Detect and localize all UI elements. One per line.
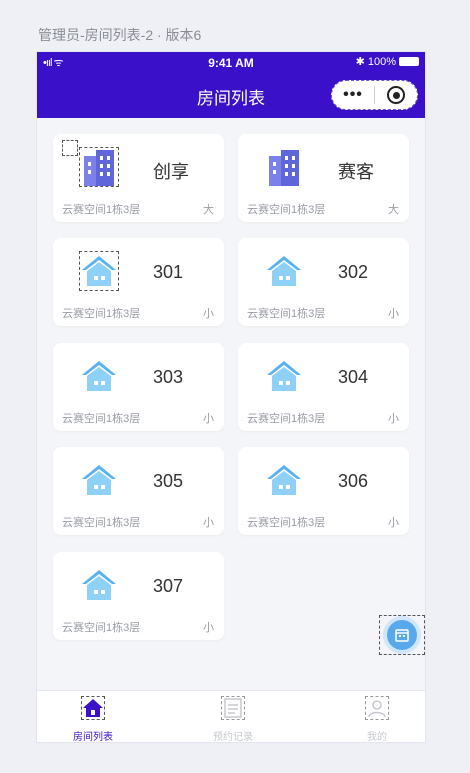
room-size: 大	[203, 204, 214, 216]
reservation-fab-button[interactable]	[379, 615, 425, 655]
room-name: 307	[153, 576, 184, 596]
room-location: 云赛空间1栋3层	[62, 413, 141, 425]
house-icon	[267, 256, 301, 286]
battery-icon	[399, 57, 419, 66]
more-options-button[interactable]: •••	[332, 86, 374, 104]
room-location: 云赛空间1栋3层	[62, 622, 141, 634]
room-size: 大	[388, 204, 399, 216]
status-bar: •ııl ᯤ 9:41 AM ✱ 100%	[37, 52, 425, 72]
nav-bar: 房间列表 •••	[37, 72, 425, 118]
room-card-305[interactable]: 305 云赛空间1栋3层 小	[53, 447, 224, 535]
house-icon	[82, 361, 116, 391]
room-card-301[interactable]: 301 云赛空间1栋3层 小	[53, 238, 224, 326]
room-location: 云赛空间1栋3层	[247, 308, 326, 320]
room-card-saike[interactable]: 赛客 云赛空间1栋3层 大	[238, 134, 409, 222]
profile-icon	[365, 696, 389, 720]
building-icon	[269, 150, 299, 186]
miniprogram-capsule: •••	[331, 80, 418, 110]
room-size: 小	[388, 517, 399, 529]
room-size: 小	[388, 413, 399, 425]
room-size: 小	[203, 413, 214, 425]
tab-mine[interactable]: 我的	[337, 696, 417, 742]
battery-label: ✱ 100%	[355, 56, 396, 68]
tab-label: 房间列表	[73, 732, 113, 742]
house-icon	[79, 251, 119, 291]
house-icon	[82, 465, 116, 495]
room-name: 302	[338, 262, 369, 282]
close-miniprogram-button[interactable]	[375, 86, 417, 104]
room-card-302[interactable]: 302 云赛空间1栋3层 小	[238, 238, 409, 326]
room-card-304[interactable]: 304 云赛空间1栋3层 小	[238, 343, 409, 431]
room-location: 云赛空间1栋3层	[62, 517, 141, 529]
room-name: 306	[338, 471, 369, 491]
tab-label: 预约记录	[213, 732, 253, 742]
phone-screen: •ııl ᯤ 9:41 AM ✱ 100% 房间列表 ••• 创享 云赛空间1栋…	[37, 52, 425, 742]
room-card-chuangxiang[interactable]: 创享 云赛空间1栋3层 大	[53, 134, 224, 222]
room-card-306[interactable]: 306 云赛空间1栋3层 小	[238, 447, 409, 535]
house-icon	[267, 361, 301, 391]
room-name: 305	[153, 471, 184, 491]
room-size: 小	[388, 308, 399, 320]
bottom-tab-bar: 房间列表 预约记录 我的	[37, 690, 425, 742]
home-icon	[81, 696, 105, 720]
room-name: 赛客	[338, 162, 374, 182]
house-icon	[82, 570, 116, 600]
room-location: 云赛空间1栋3层	[247, 517, 326, 529]
room-location: 云赛空间1栋3层	[62, 204, 141, 216]
battery-indicator: ✱ 100%	[356, 55, 419, 68]
room-location: 云赛空间1栋3层	[247, 413, 326, 425]
tab-reservation-records[interactable]: 预约记录	[193, 696, 273, 742]
artboard-title: 管理员-房间列表-2 · 版本6	[38, 27, 202, 43]
room-name: 301	[153, 262, 184, 282]
building-icon	[79, 147, 119, 187]
target-icon	[387, 86, 405, 104]
room-size: 小	[203, 622, 214, 634]
document-icon	[221, 696, 245, 720]
room-card-303[interactable]: 303 云赛空间1栋3层 小	[53, 343, 224, 431]
calendar-icon	[387, 620, 417, 650]
tab-room-list[interactable]: 房间列表	[53, 696, 133, 742]
room-name: 创享	[153, 162, 189, 182]
room-name: 303	[153, 367, 184, 387]
room-size: 小	[203, 517, 214, 529]
tab-label: 我的	[367, 732, 387, 742]
room-card-307[interactable]: 307 云赛空间1栋3层 小	[53, 552, 224, 640]
room-name: 304	[338, 367, 369, 387]
room-location: 云赛空间1栋3层	[247, 204, 326, 216]
house-icon	[267, 465, 301, 495]
selection-marker	[62, 140, 78, 156]
room-location: 云赛空间1栋3层	[62, 308, 141, 320]
room-size: 小	[203, 308, 214, 320]
